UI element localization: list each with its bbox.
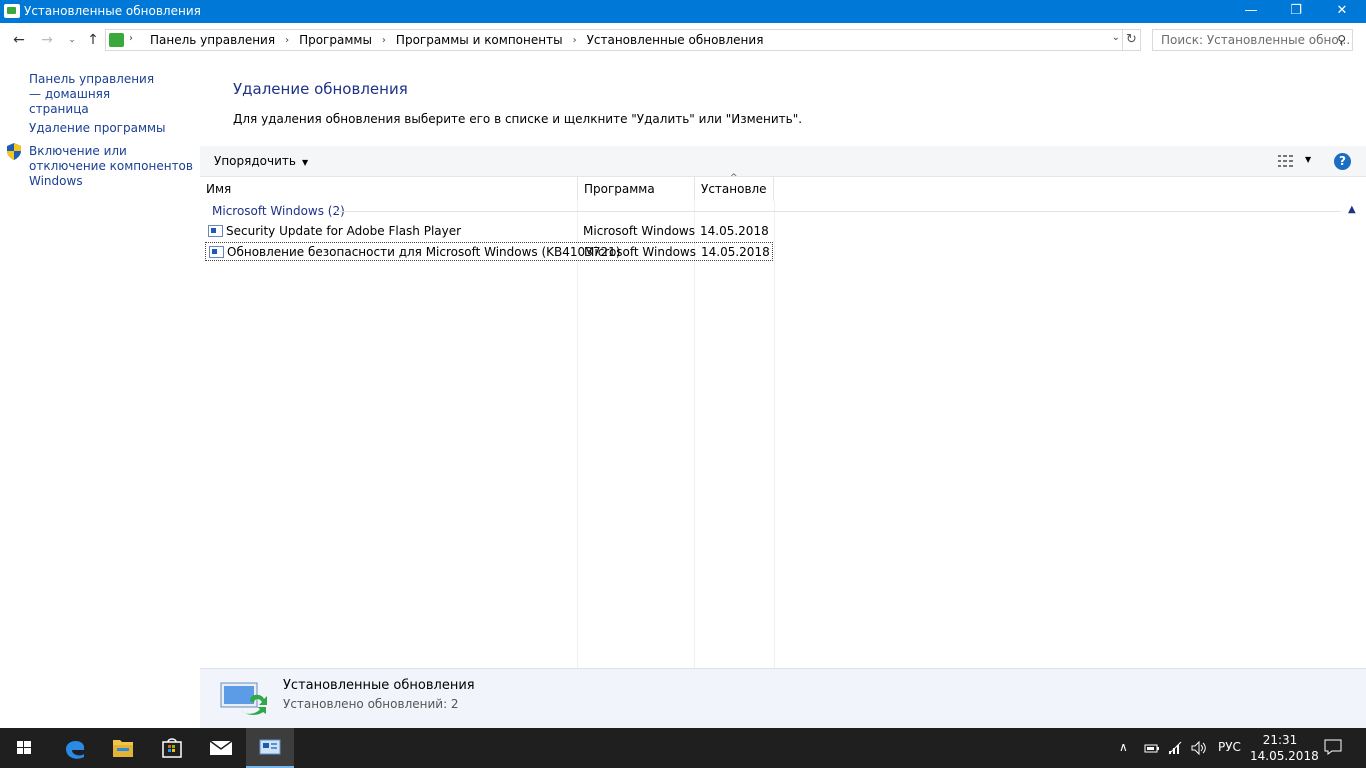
update-name: Security Update for Adobe Flash Player — [226, 224, 462, 238]
group-divider — [336, 211, 1341, 212]
control-panel-icon — [4, 4, 20, 18]
forward-arrow-icon[interactable]: → — [37, 31, 57, 49]
features-link-text: Включение или отключение компонентов Win… — [29, 144, 193, 188]
up-arrow-icon[interactable]: ↑ — [83, 31, 103, 49]
group-header[interactable]: Microsoft Windows (2) — [212, 204, 345, 218]
search-input[interactable]: Поиск: Установленные обно... ⚲ — [1152, 29, 1353, 51]
windows-logo-icon — [17, 741, 31, 754]
file-explorer-button[interactable] — [99, 728, 147, 768]
breadcrumb-programs[interactable]: Программы — [295, 33, 376, 47]
sort-ascending-icon: ^ — [730, 173, 738, 183]
volume-icon[interactable] — [1190, 740, 1208, 756]
organize-button[interactable]: Упорядочить ▼ — [214, 154, 308, 168]
breadcrumb: Панель управления › Программы › Программ… — [146, 33, 767, 47]
update-icon — [208, 225, 223, 237]
details-view-icon[interactable] — [1278, 154, 1296, 168]
details-pane: Установленные обновления Установлено обн… — [200, 668, 1366, 728]
start-button[interactable] — [0, 728, 48, 768]
breadcrumb-separator-icon[interactable]: › — [376, 35, 392, 46]
help-icon[interactable]: ? — [1334, 153, 1351, 170]
clock-time: 21:31 — [1262, 733, 1298, 747]
windows-features-link[interactable]: Включение или отключение компонентов Win… — [29, 144, 194, 189]
edge-browser-button[interactable] — [51, 728, 99, 768]
search-icon[interactable]: ⚲ — [1337, 33, 1346, 47]
column-divider — [774, 201, 775, 668]
list-item[interactable]: Обновление безопасности для Microsoft Wi… — [205, 242, 773, 261]
update-icon — [209, 246, 224, 258]
navigation-bar: ← → ⌄ ↑ › Панель управления › Программы … — [0, 23, 1366, 58]
network-icon[interactable] — [1166, 740, 1184, 756]
column-divider — [694, 201, 695, 668]
control-panel-home-link[interactable]: Панель управления — домашняя страница — [29, 72, 169, 117]
breadcrumb-programs-and-features[interactable]: Программы и компоненты — [392, 33, 567, 47]
command-bar: Упорядочить ▼ ▼ ? — [200, 146, 1366, 177]
address-dropdown-chevron-icon[interactable]: ⌄ — [1112, 32, 1120, 43]
page-description: Для удаления обновления выберите его в с… — [233, 112, 803, 126]
store-bag-icon — [162, 738, 182, 758]
close-button[interactable]: ✕ — [1319, 0, 1365, 23]
details-update-count: Установлено обновлений: 2 — [283, 697, 459, 711]
taskbar: ∧ РУС 21:31 14.05.2018 — [0, 728, 1366, 768]
control-panel-taskbar-button[interactable] — [246, 728, 294, 768]
view-options-caret-icon[interactable]: ▼ — [1305, 155, 1311, 164]
breadcrumb-separator-icon[interactable]: › — [567, 35, 583, 46]
recent-locations-chevron-icon[interactable]: ⌄ — [62, 31, 82, 49]
minimize-button[interactable]: — — [1228, 0, 1274, 23]
search-placeholder: Поиск: Установленные обно... — [1161, 33, 1351, 47]
mail-button[interactable] — [197, 728, 245, 768]
control-panel-icon — [109, 33, 124, 47]
update-program: Microsoft Windows — [584, 245, 696, 259]
refresh-icon[interactable]: ↻ — [1123, 29, 1141, 51]
page-title: Удаление обновления — [233, 80, 408, 98]
update-installed-date: 14.05.2018 — [700, 224, 769, 238]
caret-down-icon: ▼ — [301, 158, 309, 167]
home-link-text: Панель управления — домашняя страница — [29, 72, 155, 116]
back-arrow-icon[interactable]: ← — [9, 31, 29, 49]
shield-icon — [7, 143, 21, 160]
title-bar: Установленные обновления — ❐ ✕ — [0, 0, 1366, 23]
update-program: Microsoft Windows — [583, 224, 695, 238]
details-title: Установленные обновления — [283, 678, 475, 693]
column-divider — [577, 201, 578, 668]
battery-icon[interactable] — [1143, 741, 1161, 755]
restore-button[interactable]: ❐ — [1273, 0, 1319, 23]
column-header-program[interactable]: Программа — [577, 177, 694, 201]
edge-icon — [66, 740, 84, 759]
show-hidden-icons-chevron-icon[interactable]: ∧ — [1119, 740, 1128, 754]
task-pane: Панель управления — домашняя страница Уд… — [0, 58, 200, 728]
control-panel-window-icon — [259, 739, 281, 755]
action-center-icon[interactable] — [1324, 739, 1342, 755]
updates-list: Имя Программа Установле ^ Microsoft Wind… — [200, 173, 1366, 668]
breadcrumb-installed-updates[interactable]: Установленные обновления — [583, 33, 768, 47]
clock[interactable]: 21:31 14.05.2018 — [1250, 732, 1319, 764]
update-installed-date: 14.05.2018 — [701, 245, 770, 259]
window-title: Установленные обновления — [24, 4, 201, 18]
uninstall-program-link[interactable]: Удаление программы — [29, 121, 166, 136]
folder-icon — [113, 740, 133, 757]
address-bar[interactable]: › Панель управления › Программы › Програ… — [105, 29, 1123, 51]
column-header-name[interactable]: Имя — [200, 177, 577, 201]
breadcrumb-control-panel[interactable]: Панель управления — [146, 33, 279, 47]
collapse-group-chevron-icon[interactable]: ▲ — [1348, 204, 1356, 215]
installed-updates-icon — [220, 682, 267, 715]
store-button[interactable] — [148, 728, 196, 768]
breadcrumb-separator-icon[interactable]: › — [279, 35, 295, 46]
input-language-indicator[interactable]: РУС — [1218, 740, 1241, 754]
list-item[interactable]: Security Update for Adobe Flash Player M… — [205, 222, 773, 241]
breadcrumb-separator-icon[interactable]: › — [129, 33, 133, 44]
update-name: Обновление безопасности для Microsoft Wi… — [227, 245, 621, 259]
clock-date: 14.05.2018 — [1250, 749, 1319, 763]
organize-label: Упорядочить — [214, 154, 296, 168]
mail-envelope-icon — [209, 740, 233, 755]
